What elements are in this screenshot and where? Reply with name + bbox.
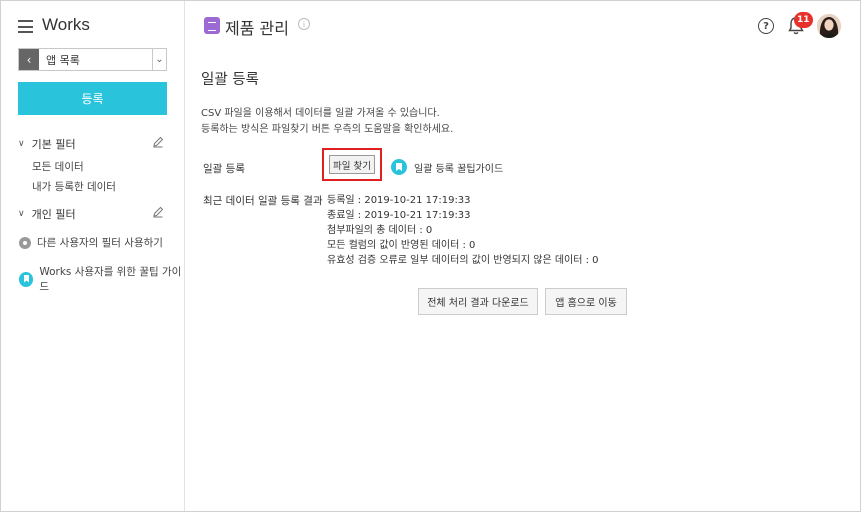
bookmark-icon bbox=[391, 159, 407, 175]
help-icon[interactable]: ? bbox=[758, 18, 774, 34]
result-line: 종료일 : 2019-10-21 17:19:33 bbox=[327, 210, 471, 221]
page-header-title: 제품 관리 bbox=[225, 19, 289, 38]
filter-my-data[interactable]: 내가 등록한 데이터 bbox=[32, 179, 116, 194]
product-app-icon bbox=[204, 17, 220, 34]
result-label: 최근 데이터 일괄 등록 결과 bbox=[203, 195, 323, 207]
chevron-down-icon[interactable]: ⌄ bbox=[152, 49, 166, 70]
result-line: 등록일 : 2019-10-21 17:19:33 bbox=[327, 195, 471, 206]
main-content: 일괄 등록 CSV 파일을 이용해서 데이터를 일괄 가져올 수 있습니다. 등… bbox=[186, 51, 860, 511]
bookmark-icon bbox=[19, 271, 34, 287]
find-file-button[interactable]: 파일 찾기 bbox=[329, 155, 375, 174]
app-name: Works bbox=[42, 15, 90, 34]
result-line: 첨부파일의 총 데이터 : 0 bbox=[327, 225, 433, 236]
bulk-tip-guide-link[interactable]: 일괄 등록 꿀팁가이드 bbox=[391, 159, 503, 175]
result-line: 모든 컬럼의 값이 반영된 데이터 : 0 bbox=[327, 240, 476, 251]
basic-filter-toggle[interactable]: ∨ 기본 필터 bbox=[18, 136, 76, 152]
bulk-tip-guide-label: 일괄 등록 꿀팁가이드 bbox=[414, 163, 504, 175]
app-list-label: 앱 목록 bbox=[46, 53, 80, 67]
basic-filter-title: 기본 필터 bbox=[31, 138, 76, 151]
find-file-highlight: 파일 찾기 bbox=[322, 148, 382, 181]
personal-filter-title: 개인 필터 bbox=[31, 208, 76, 221]
app-list-select[interactable]: ‹ 앱 목록 ⌄ bbox=[18, 48, 167, 71]
result-line: 유효성 검증 오류로 일부 데이터의 값이 반영되지 않은 데이터 : 0 bbox=[327, 255, 599, 266]
gear-icon bbox=[19, 236, 31, 249]
tip-guide-link[interactable]: Works 사용자를 위한 꿀팁 가이드 bbox=[19, 264, 184, 294]
other-user-filter-link[interactable]: 다른 사용자의 필터 사용하기 bbox=[19, 235, 163, 250]
filter-all-data[interactable]: 모든 데이터 bbox=[32, 159, 84, 174]
go-app-home-button[interactable]: 앱 홈으로 이동 bbox=[545, 288, 627, 315]
edit-filter-icon[interactable] bbox=[152, 136, 164, 148]
info-icon[interactable]: i bbox=[298, 18, 310, 30]
avatar[interactable] bbox=[817, 14, 841, 38]
edit-filter-icon[interactable] bbox=[152, 206, 164, 218]
register-button[interactable]: 등록 bbox=[18, 82, 167, 115]
sidebar: Works ‹ 앱 목록 ⌄ 등록 ∨ 기본 필터 모든 데이터 내가 등록한 … bbox=[1, 1, 185, 511]
tip-guide-label: Works 사용자를 위한 꿀팁 가이드 bbox=[39, 266, 182, 293]
bulk-register-label: 일괄 등록 bbox=[203, 163, 245, 175]
download-all-results-button[interactable]: 전체 처리 결과 다운로드 bbox=[418, 288, 538, 315]
personal-filter-toggle[interactable]: ∨ 개인 필터 bbox=[18, 206, 76, 222]
chevron-down-icon: ∨ bbox=[18, 209, 25, 219]
notification-badge: 11 bbox=[794, 12, 813, 28]
description-line: 등록하는 방식은 파일찾기 버튼 우측의 도움말을 확인하세요. bbox=[201, 124, 454, 135]
chevron-down-icon: ∨ bbox=[18, 139, 25, 149]
chevron-left-icon[interactable]: ‹ bbox=[19, 49, 39, 70]
page-title: 일괄 등록 bbox=[201, 72, 259, 88]
description-line: CSV 파일을 이용해서 데이터를 일괄 가져올 수 있습니다. bbox=[201, 108, 440, 119]
other-user-filter-label: 다른 사용자의 필터 사용하기 bbox=[37, 237, 163, 249]
menu-icon[interactable] bbox=[18, 20, 33, 33]
header: 제품 관리 i ? 11 bbox=[186, 1, 860, 51]
